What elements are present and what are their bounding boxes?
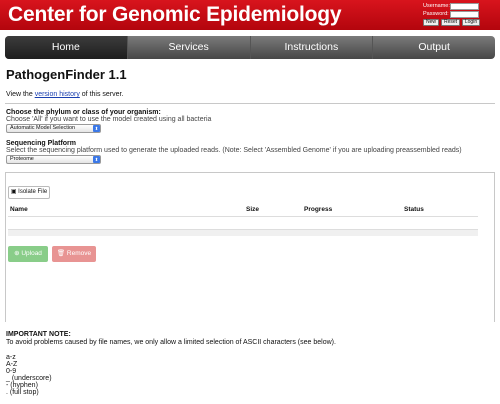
nav-home[interactable]: Home — [5, 36, 128, 59]
username-input[interactable] — [450, 3, 479, 10]
column-name: Name — [10, 206, 28, 213]
version-history-link[interactable]: version history — [35, 91, 80, 98]
allowed-char: - (hyphen) — [6, 382, 38, 389]
platform-label: Sequencing Platform — [6, 140, 77, 147]
table-header-divider — [8, 216, 478, 217]
page-title: PathogenFinder 1.1 — [6, 67, 127, 82]
remove-label: Remove — [66, 250, 92, 257]
version-prefix: View the — [6, 91, 33, 98]
select-arrows-icon: ⬍ — [93, 125, 100, 132]
remove-button[interactable]: 🗑 Remove — [52, 246, 96, 262]
version-suffix: of this server. — [81, 91, 124, 98]
platform-select[interactable]: Proteome ⬍ — [6, 155, 101, 164]
login-button[interactable]: Login — [462, 19, 480, 26]
table-row — [8, 229, 478, 236]
allowed-char: 0-9 — [6, 368, 17, 375]
column-size: Size — [246, 206, 260, 213]
site-header: Center for Genomic Epidemiology Username… — [0, 0, 500, 30]
allowed-char: . (full stop) — [6, 389, 39, 396]
phylum-help: Choose 'All' if you want to use the mode… — [6, 116, 212, 123]
reset-button[interactable]: Reset — [441, 19, 460, 26]
nav-output[interactable]: Output — [373, 36, 495, 59]
file-icon: ▣ — [10, 189, 17, 195]
version-line: View the version history of this server. — [6, 91, 123, 98]
password-label: Password: — [423, 11, 449, 17]
column-progress: Progress — [304, 206, 333, 213]
note-text: To avoid problems caused by file names, … — [6, 339, 336, 346]
column-status: Status — [404, 206, 424, 213]
username-label: Username: — [423, 3, 450, 9]
allowed-char: A-Z — [6, 361, 18, 368]
nav-services[interactable]: Services — [128, 36, 251, 59]
main-nav: Home Services Instructions Output — [5, 36, 495, 59]
divider — [5, 103, 495, 104]
upload-label: Upload — [21, 250, 42, 257]
new-button[interactable]: New — [423, 19, 439, 26]
trash-icon: 🗑 — [56, 250, 66, 257]
platform-help: Select the sequencing platform used to g… — [6, 147, 462, 154]
phylum-select-value: Automatic Model Selection — [10, 125, 76, 131]
note-heading: IMPORTANT NOTE: — [6, 331, 71, 338]
isolate-file-label: Isolate File — [18, 189, 48, 195]
password-input[interactable] — [450, 11, 479, 18]
upload-button[interactable]: ⊕ Upload — [8, 246, 48, 262]
platform-select-value: Proteome — [10, 156, 34, 162]
login-form: Username: Password: New Reset Login — [421, 2, 495, 28]
phylum-select[interactable]: Automatic Model Selection ⬍ — [6, 124, 101, 133]
site-logo[interactable]: Center for Genomic Epidemiology — [8, 3, 342, 27]
phylum-label: Choose the phylum or class of your organ… — [6, 109, 161, 116]
allowed-char: _ (underscore) — [6, 375, 52, 382]
select-arrows-icon: ⬍ — [93, 156, 100, 163]
isolate-file-button[interactable]: ▣ Isolate File — [8, 186, 50, 199]
allowed-char: a-z — [6, 354, 16, 361]
nav-instructions[interactable]: Instructions — [251, 36, 374, 59]
upload-icon: ⊕ — [14, 250, 20, 257]
